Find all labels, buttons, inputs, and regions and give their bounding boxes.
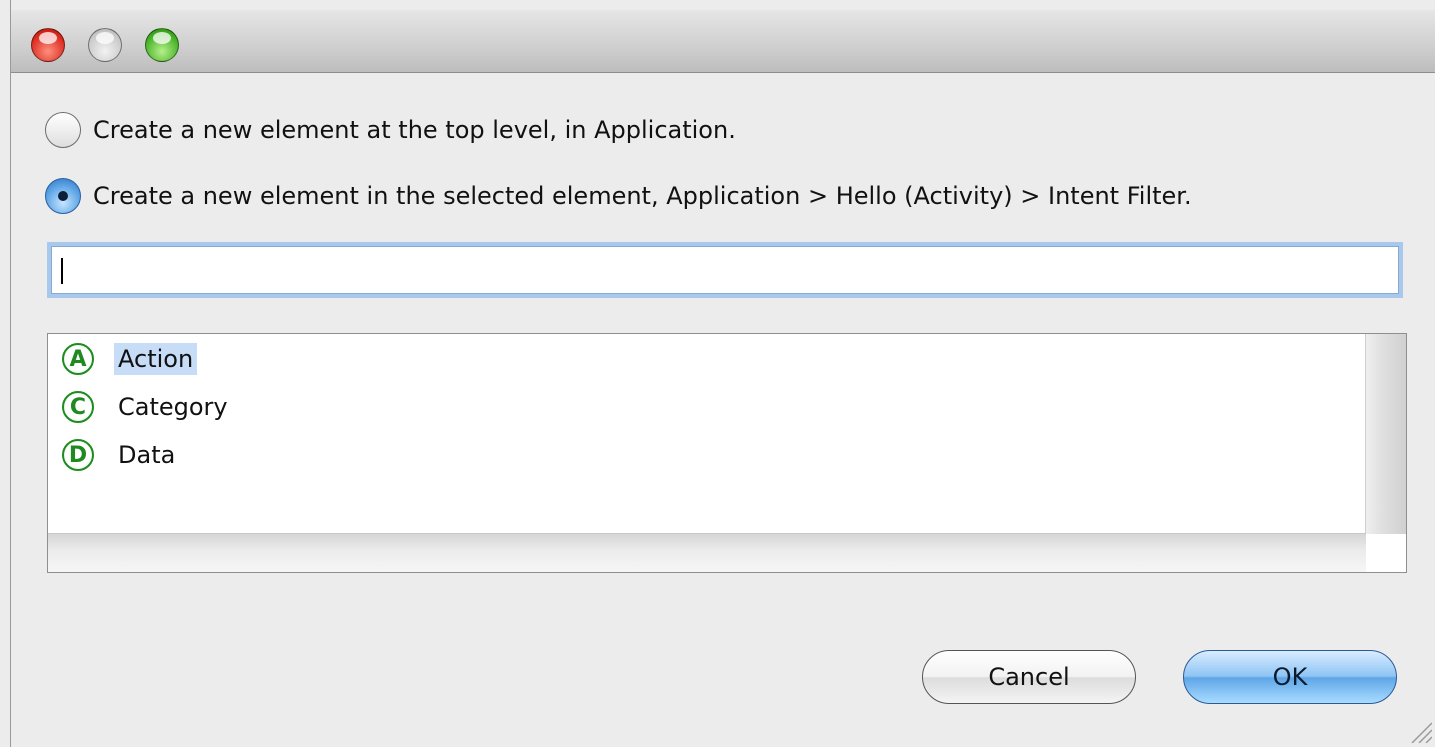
- filter-input[interactable]: [51, 246, 1399, 294]
- resize-grip-icon[interactable]: [1408, 719, 1432, 743]
- option-selected-element[interactable]: Create a new element in the selected ele…: [45, 174, 1192, 218]
- radio-selected-element[interactable]: [45, 178, 81, 214]
- zoom-button[interactable]: [145, 28, 179, 62]
- title-bar[interactable]: [11, 10, 1435, 73]
- element-list[interactable]: A Action C Category D Data: [47, 333, 1407, 573]
- dialog-window: Create a new element at the top level, i…: [10, 0, 1435, 747]
- scroll-corner: [1366, 534, 1406, 572]
- horizontal-scrollbar[interactable]: [48, 533, 1366, 572]
- text-caret: [61, 258, 63, 284]
- radio-top-level[interactable]: [45, 112, 81, 148]
- list-item-label: Data: [118, 441, 176, 469]
- element-c-icon: C: [62, 391, 94, 423]
- list-item-label: Category: [118, 393, 228, 421]
- option-selected-element-label: Create a new element in the selected ele…: [93, 182, 1192, 210]
- element-d-icon: D: [62, 439, 94, 471]
- cancel-button[interactable]: Cancel: [922, 650, 1136, 704]
- option-top-level-label: Create a new element at the top level, i…: [93, 116, 736, 144]
- vertical-scrollbar[interactable]: [1365, 334, 1406, 534]
- minimize-button[interactable]: [88, 28, 122, 62]
- element-a-icon: A: [62, 343, 94, 375]
- ok-button[interactable]: OK: [1183, 650, 1397, 704]
- list-item-data[interactable]: D Data: [62, 433, 179, 477]
- list-item-category[interactable]: C Category: [62, 385, 232, 429]
- option-top-level[interactable]: Create a new element at the top level, i…: [45, 108, 736, 152]
- list-item-action[interactable]: A Action: [62, 337, 198, 381]
- close-button[interactable]: [31, 28, 65, 62]
- list-item-label: Action: [114, 343, 198, 375]
